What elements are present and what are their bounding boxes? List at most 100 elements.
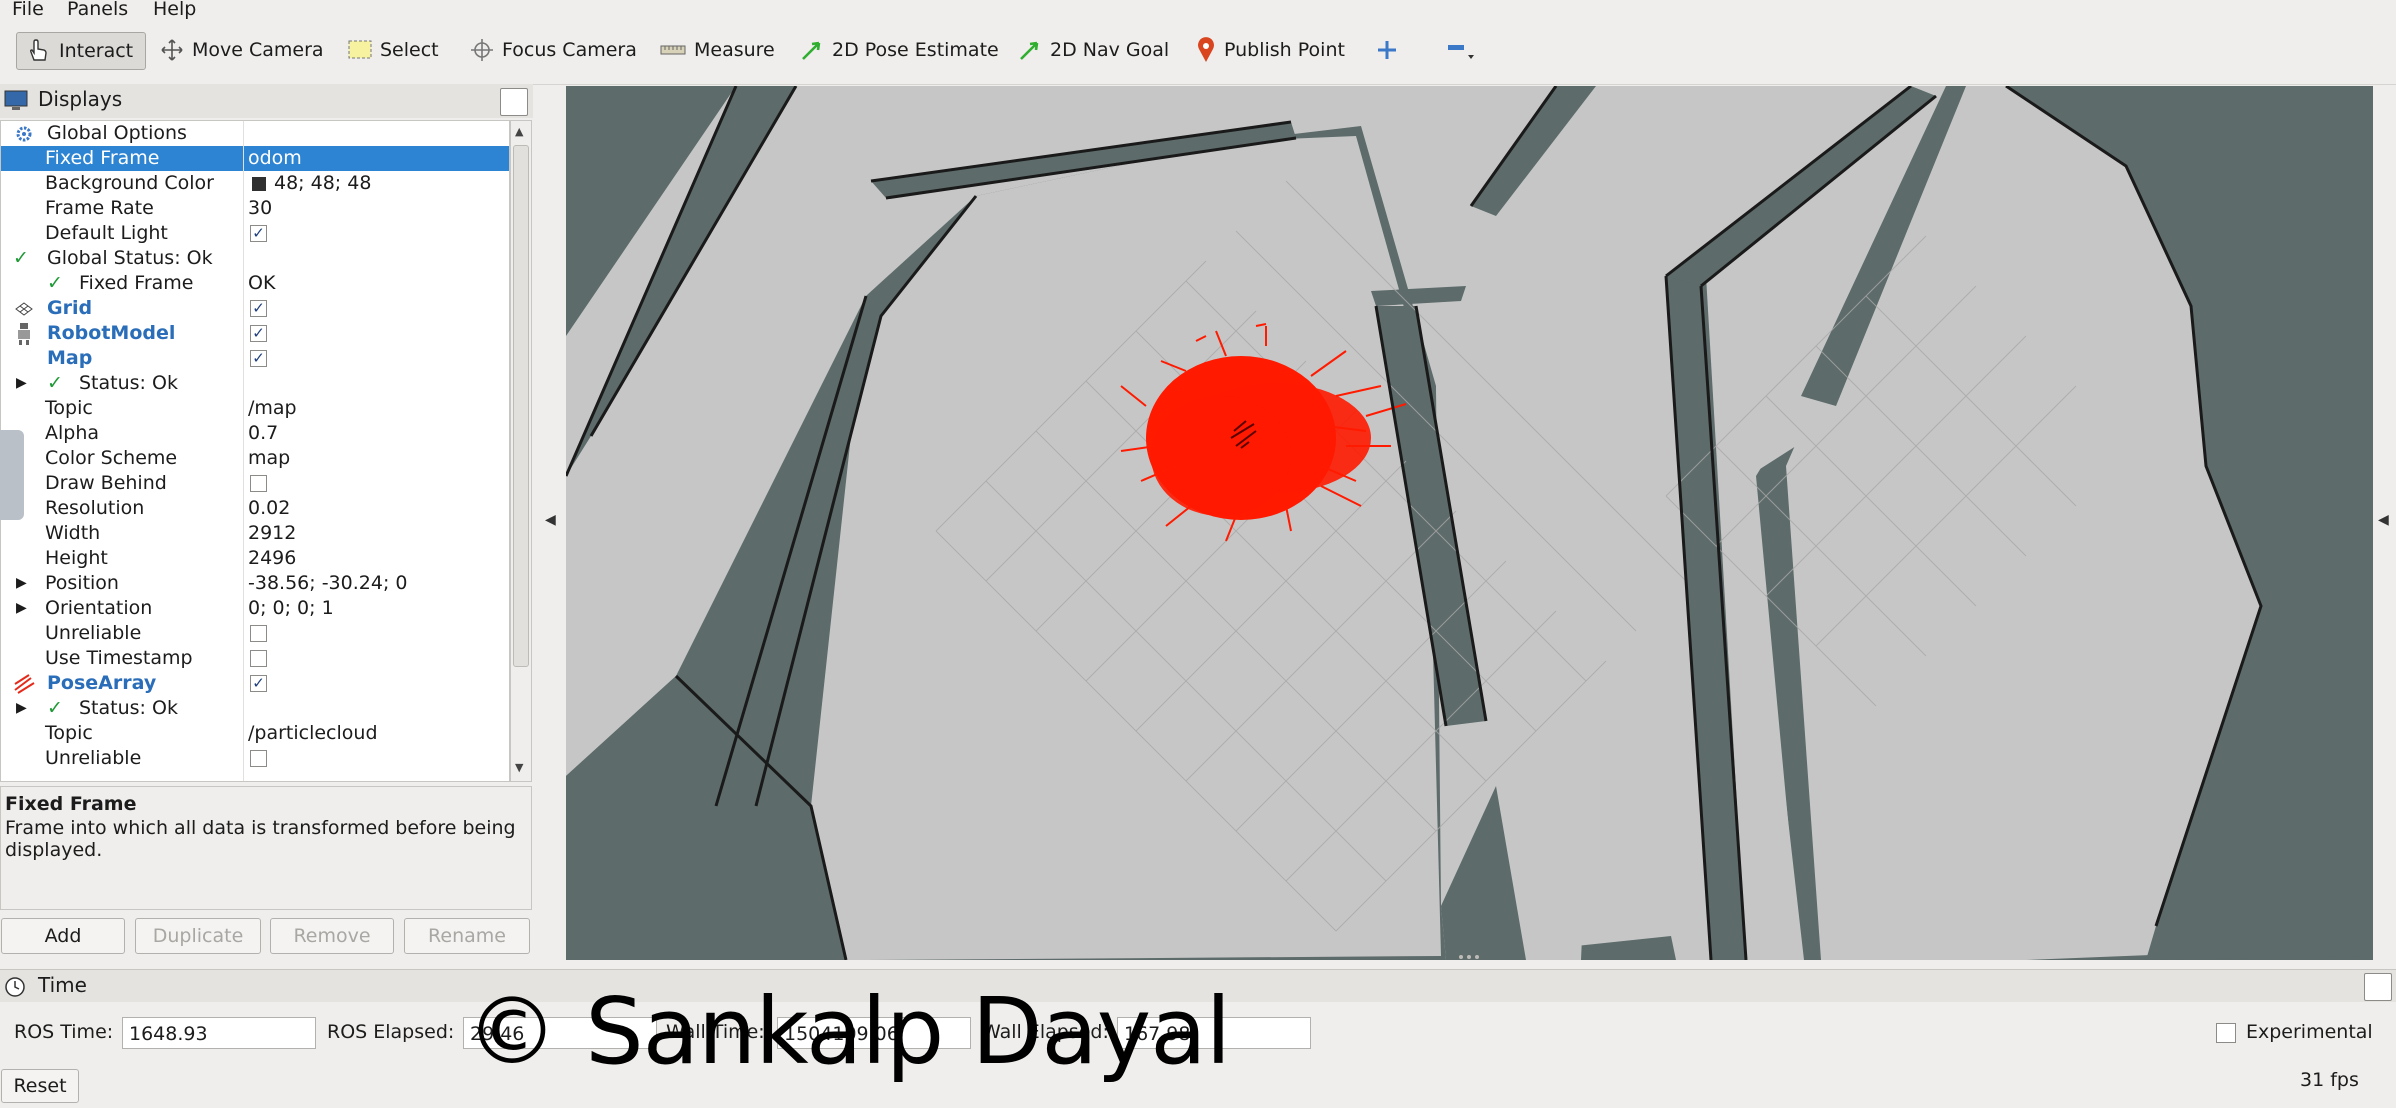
- tree-row-background-color[interactable]: Background Color 48; 48; 48: [1, 171, 509, 196]
- tree-row-use-timestamp[interactable]: Use Timestamp: [1, 646, 509, 671]
- menu-file[interactable]: File: [12, 0, 44, 20]
- map-pin-icon: [1198, 37, 1214, 62]
- displays-tree[interactable]: Global Options Fixed Frame odom Backgrou…: [0, 120, 510, 782]
- row-label: Draw Behind: [45, 472, 167, 494]
- checkbox-checked[interactable]: ✓: [250, 350, 267, 367]
- tree-row-fixed-frame-status[interactable]: ✓ Fixed Frame OK: [1, 271, 509, 296]
- row-value[interactable]: /particlecloud: [248, 721, 378, 746]
- ros-time-field[interactable]: 1648.93: [122, 1017, 316, 1049]
- collapse-right-icon[interactable]: ◀: [2378, 512, 2389, 528]
- row-label: Color Scheme: [45, 447, 178, 469]
- tree-row-resolution[interactable]: Resolution 0.02: [1, 496, 509, 521]
- scrollbar-thumb[interactable]: [513, 145, 529, 667]
- checkmark-icon: ✓: [47, 697, 63, 719]
- remove-display-button[interactable]: Remove: [270, 918, 394, 954]
- row-value[interactable]: 0.7: [248, 421, 278, 446]
- checkbox-checked[interactable]: ✓: [250, 675, 267, 692]
- tree-row-color-scheme[interactable]: Color Scheme map: [1, 446, 509, 471]
- menu-panels[interactable]: Panels: [67, 0, 128, 20]
- tree-row-robotmodel[interactable]: RobotModel ✓: [1, 321, 509, 346]
- tree-row-alpha[interactable]: Alpha 0.7: [1, 421, 509, 446]
- side-dock-handle[interactable]: [0, 430, 24, 520]
- tree-row-posearray-topic[interactable]: Topic /particlecloud: [1, 721, 509, 746]
- tree-row-height[interactable]: Height 2496: [1, 546, 509, 571]
- publish-point-tool-button[interactable]: Publish Point: [1196, 32, 1345, 68]
- collapse-left-icon[interactable]: ◀: [545, 512, 556, 528]
- row-value: OK: [248, 272, 276, 294]
- row-label: Status: Ok: [79, 372, 178, 394]
- tree-row-orientation[interactable]: ▶ Orientation 0; 0; 0; 1: [1, 596, 509, 621]
- 2d-nav-goal-tool-button[interactable]: 2D Nav Goal: [1018, 32, 1169, 68]
- row-label: Background Color: [45, 172, 214, 194]
- tree-row-global-status[interactable]: ✓ Global Status: Ok: [1, 246, 509, 271]
- tree-row-fixed-frame[interactable]: Fixed Frame odom: [1, 146, 509, 171]
- column-divider: [243, 121, 244, 781]
- tree-row-frame-rate[interactable]: Frame Rate 30: [1, 196, 509, 221]
- row-value[interactable]: 48; 48; 48: [274, 171, 371, 196]
- checkbox-unchecked[interactable]: [250, 625, 267, 642]
- checkbox-checked[interactable]: ✓: [250, 300, 267, 317]
- menu-help[interactable]: Help: [153, 0, 196, 20]
- tree-row-map[interactable]: Map ✓: [1, 346, 509, 371]
- tree-row-draw-behind[interactable]: Draw Behind: [1, 471, 509, 496]
- select-tool-button[interactable]: Select: [348, 32, 439, 68]
- viewport-splitter-dots: [1459, 955, 1479, 959]
- interact-tool-button[interactable]: Interact: [16, 32, 147, 70]
- add-display-button[interactable]: Add: [1, 918, 125, 954]
- pose-arrows-icon: [14, 674, 35, 694]
- checkbox-checked[interactable]: ✓: [250, 225, 267, 242]
- row-value[interactable]: 30: [248, 196, 272, 221]
- nav-goal-label: 2D Nav Goal: [1050, 39, 1170, 61]
- row-label: Global Options: [47, 122, 187, 144]
- row-value[interactable]: map: [248, 446, 290, 471]
- focus-camera-tool-button[interactable]: Focus Camera: [470, 32, 637, 68]
- expand-arrow-icon[interactable]: ▶: [16, 596, 27, 621]
- map-render[interactable]: [566, 86, 2373, 960]
- tree-row-width[interactable]: Width 2912: [1, 521, 509, 546]
- row-label: Status: Ok: [79, 697, 178, 719]
- 3d-viewport[interactable]: [566, 86, 2373, 960]
- panel-close-button[interactable]: [500, 88, 528, 116]
- scroll-up-icon[interactable]: ▲: [515, 125, 523, 138]
- tree-row-posearray-unreliable[interactable]: Unreliable: [1, 746, 509, 771]
- robot-icon: [18, 323, 30, 345]
- tree-row-global-options[interactable]: Global Options: [1, 121, 509, 146]
- tree-row-map-status[interactable]: ▶ ✓ Status: Ok: [1, 371, 509, 396]
- checkbox-unchecked[interactable]: [250, 475, 267, 492]
- row-value[interactable]: odom: [248, 146, 302, 171]
- duplicate-display-button[interactable]: Duplicate: [135, 918, 261, 954]
- tree-row-position[interactable]: ▶ Position -38.56; -30.24; 0: [1, 571, 509, 596]
- rename-display-button[interactable]: Rename: [404, 918, 530, 954]
- tree-row-topic[interactable]: Topic /map: [1, 396, 509, 421]
- checkbox-checked[interactable]: ✓: [250, 325, 267, 342]
- 2d-pose-estimate-tool-button[interactable]: 2D Pose Estimate: [800, 32, 999, 68]
- monitor-icon: [4, 90, 28, 110]
- row-label: Default Light: [45, 222, 168, 244]
- row-label: PoseArray: [47, 672, 157, 694]
- interact-label: Interact: [59, 40, 134, 62]
- experimental-checkbox[interactable]: [2216, 1023, 2236, 1043]
- tree-row-grid[interactable]: Grid ✓: [1, 296, 509, 321]
- tree-row-unreliable[interactable]: Unreliable: [1, 621, 509, 646]
- tree-row-posearray-status[interactable]: ▶ ✓ Status: Ok: [1, 696, 509, 721]
- row-value[interactable]: /map: [248, 396, 297, 421]
- scroll-down-icon[interactable]: ▼: [515, 761, 523, 774]
- expand-arrow-icon[interactable]: ▶: [16, 571, 27, 596]
- add-tool-button[interactable]: [1376, 32, 1406, 68]
- grid-icon: [15, 302, 33, 316]
- expand-arrow-icon[interactable]: ▶: [16, 371, 27, 396]
- row-label: Fixed Frame: [45, 147, 160, 169]
- tree-scrollbar[interactable]: ▲ ▼: [510, 120, 532, 782]
- checkbox-unchecked[interactable]: [250, 750, 267, 767]
- measure-tool-button[interactable]: Measure: [660, 32, 775, 68]
- checkbox-unchecked[interactable]: [250, 650, 267, 667]
- reset-button[interactable]: Reset: [1, 1069, 79, 1103]
- tree-row-default-light[interactable]: Default Light ✓: [1, 221, 509, 246]
- experimental-label: Experimental: [2246, 1021, 2373, 1043]
- move-camera-tool-button[interactable]: Move Camera: [160, 32, 324, 68]
- tree-row-posearray[interactable]: PoseArray ✓: [1, 671, 509, 696]
- remove-tool-button[interactable]: [1446, 32, 1484, 68]
- plus-icon: [1378, 41, 1396, 59]
- expand-arrow-icon[interactable]: ▶: [16, 696, 27, 721]
- time-panel-close-button[interactable]: [2364, 973, 2392, 1001]
